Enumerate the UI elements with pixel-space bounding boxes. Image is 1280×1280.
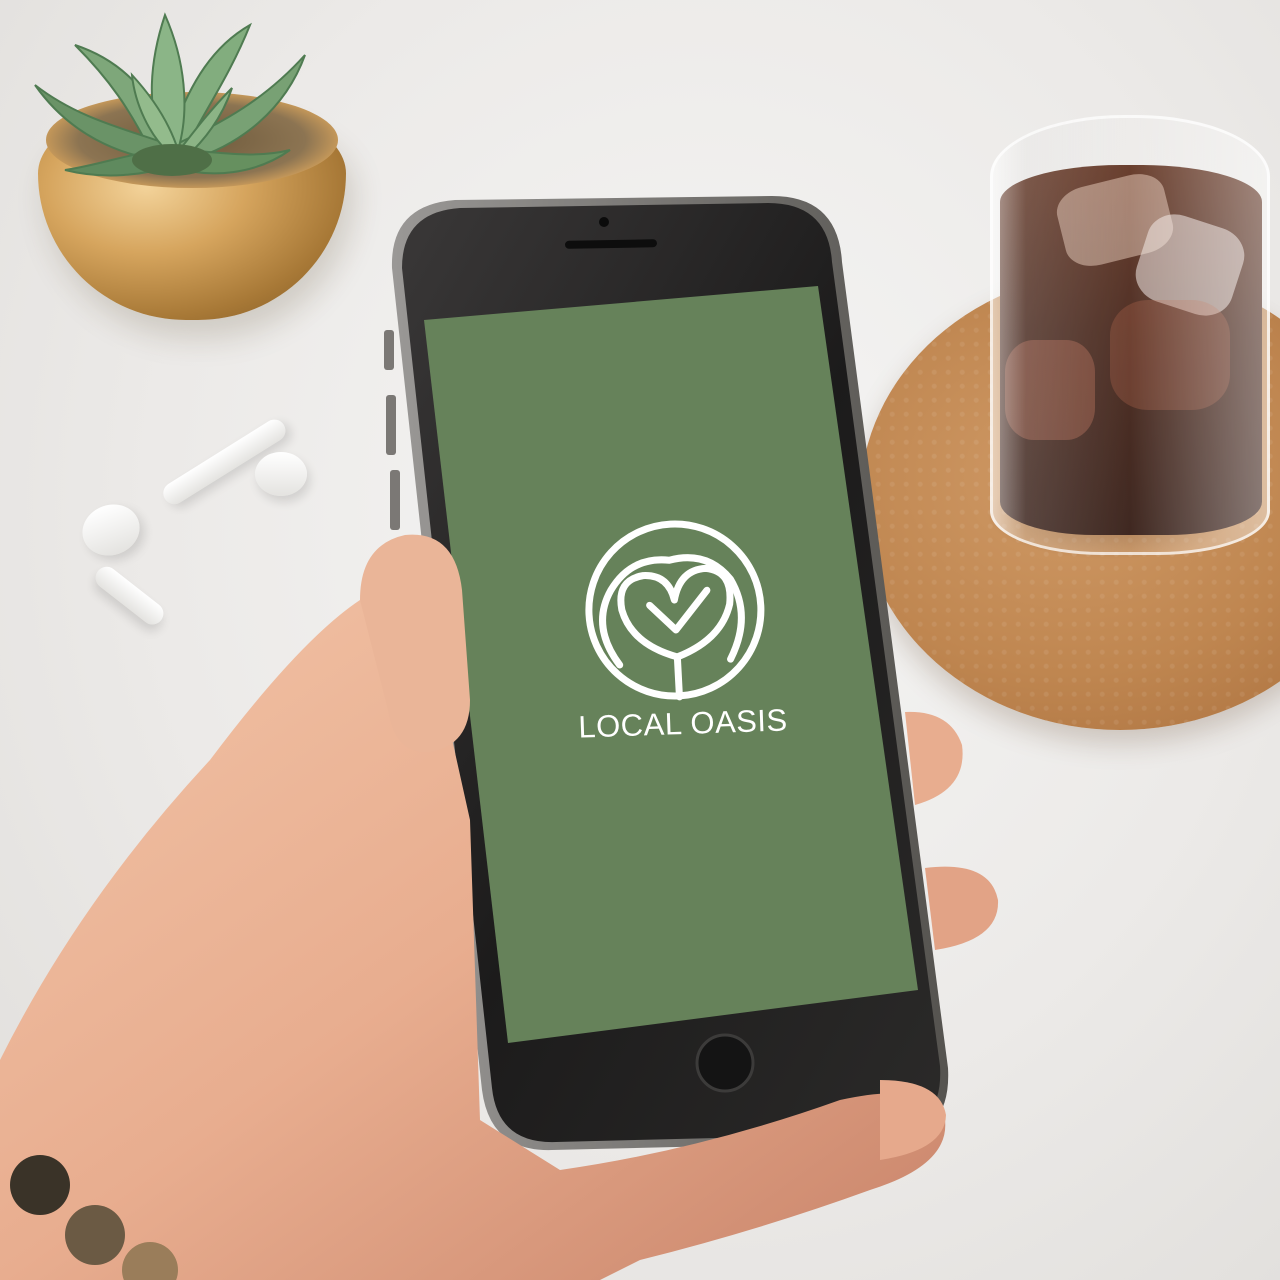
photo-scene: LOCAL OASIS [0,0,1280,1280]
hand [0,534,999,1280]
